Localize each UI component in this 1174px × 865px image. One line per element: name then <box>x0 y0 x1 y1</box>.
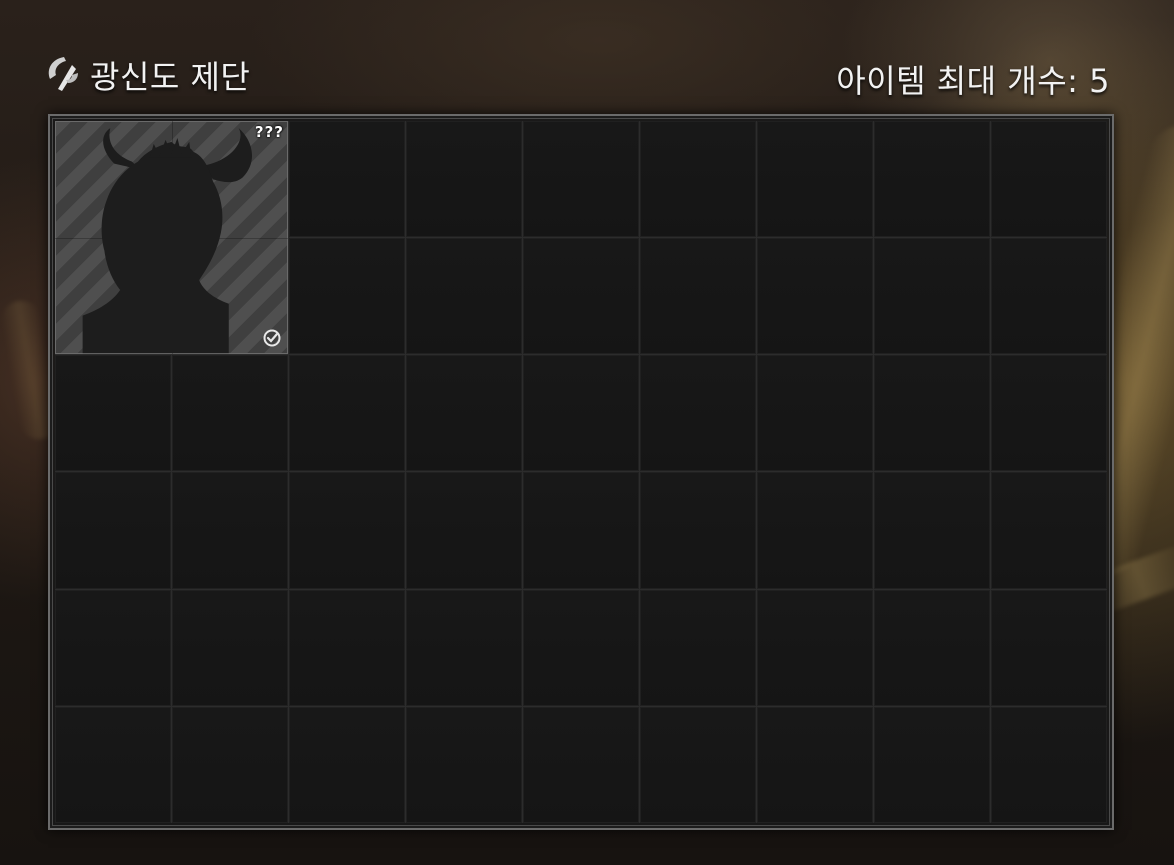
empty-slot[interactable] <box>55 706 171 823</box>
empty-slot[interactable] <box>874 706 990 823</box>
panel-title: 광신도 제단 <box>90 58 251 96</box>
empty-slot[interactable] <box>874 472 990 589</box>
empty-slot[interactable] <box>172 589 288 706</box>
empty-slot[interactable] <box>991 121 1107 238</box>
empty-slot[interactable] <box>523 589 639 706</box>
item-slot-unknown[interactable]: ??? <box>55 121 288 355</box>
empty-slot[interactable] <box>874 355 990 472</box>
empty-slot[interactable] <box>55 472 171 589</box>
empty-slot[interactable] <box>757 472 873 589</box>
empty-slot[interactable] <box>640 706 756 823</box>
inventory-grid: ??? <box>55 121 1107 823</box>
empty-slot[interactable] <box>55 355 171 472</box>
empty-slot[interactable] <box>640 472 756 589</box>
empty-slot[interactable] <box>640 121 756 238</box>
empty-slot[interactable] <box>991 589 1107 706</box>
inventory-frame: ??? <box>48 114 1114 830</box>
empty-slot[interactable] <box>406 121 522 238</box>
empty-slot[interactable] <box>406 238 522 355</box>
empty-slot[interactable] <box>757 355 873 472</box>
empty-slot[interactable] <box>757 238 873 355</box>
empty-slot[interactable] <box>874 238 990 355</box>
panel-header: 광신도 제단 <box>42 52 250 98</box>
empty-slot[interactable] <box>757 589 873 706</box>
empty-slot[interactable] <box>523 706 639 823</box>
empty-slot[interactable] <box>757 706 873 823</box>
crescent-claw-icon <box>48 57 78 91</box>
empty-slot[interactable] <box>874 121 990 238</box>
empty-slot[interactable] <box>406 589 522 706</box>
empty-slot[interactable] <box>289 121 405 238</box>
empty-slot[interactable] <box>55 589 171 706</box>
empty-slot[interactable] <box>523 355 639 472</box>
empty-slot[interactable] <box>991 472 1107 589</box>
empty-slot[interactable] <box>406 355 522 472</box>
empty-slot[interactable] <box>640 355 756 472</box>
horned-head-silhouette-icon <box>82 128 253 354</box>
altar-screen: 광신도 제단 아이템 최대 개수: 5 ??? <box>0 0 1174 865</box>
empty-slot[interactable] <box>172 355 288 472</box>
empty-slot[interactable] <box>640 589 756 706</box>
empty-slot[interactable] <box>172 472 288 589</box>
empty-slot[interactable] <box>289 706 405 823</box>
empty-slot[interactable] <box>523 472 639 589</box>
empty-slot[interactable] <box>406 706 522 823</box>
empty-slot[interactable] <box>406 472 522 589</box>
empty-slot[interactable] <box>991 706 1107 823</box>
empty-slot[interactable] <box>289 355 405 472</box>
max-item-count: 아이템 최대 개수: 5 <box>836 62 1110 100</box>
empty-slot[interactable] <box>523 238 639 355</box>
empty-slot[interactable] <box>289 238 405 355</box>
check-circle-icon <box>263 329 281 347</box>
empty-slot[interactable] <box>991 355 1107 472</box>
empty-slot[interactable] <box>523 121 639 238</box>
empty-slot[interactable] <box>289 589 405 706</box>
empty-slot[interactable] <box>874 589 990 706</box>
empty-slot[interactable] <box>172 706 288 823</box>
empty-slot[interactable] <box>757 121 873 238</box>
empty-slot[interactable] <box>991 238 1107 355</box>
empty-slot[interactable] <box>640 238 756 355</box>
unknown-item-label: ??? <box>254 123 284 141</box>
empty-slot[interactable] <box>289 472 405 589</box>
